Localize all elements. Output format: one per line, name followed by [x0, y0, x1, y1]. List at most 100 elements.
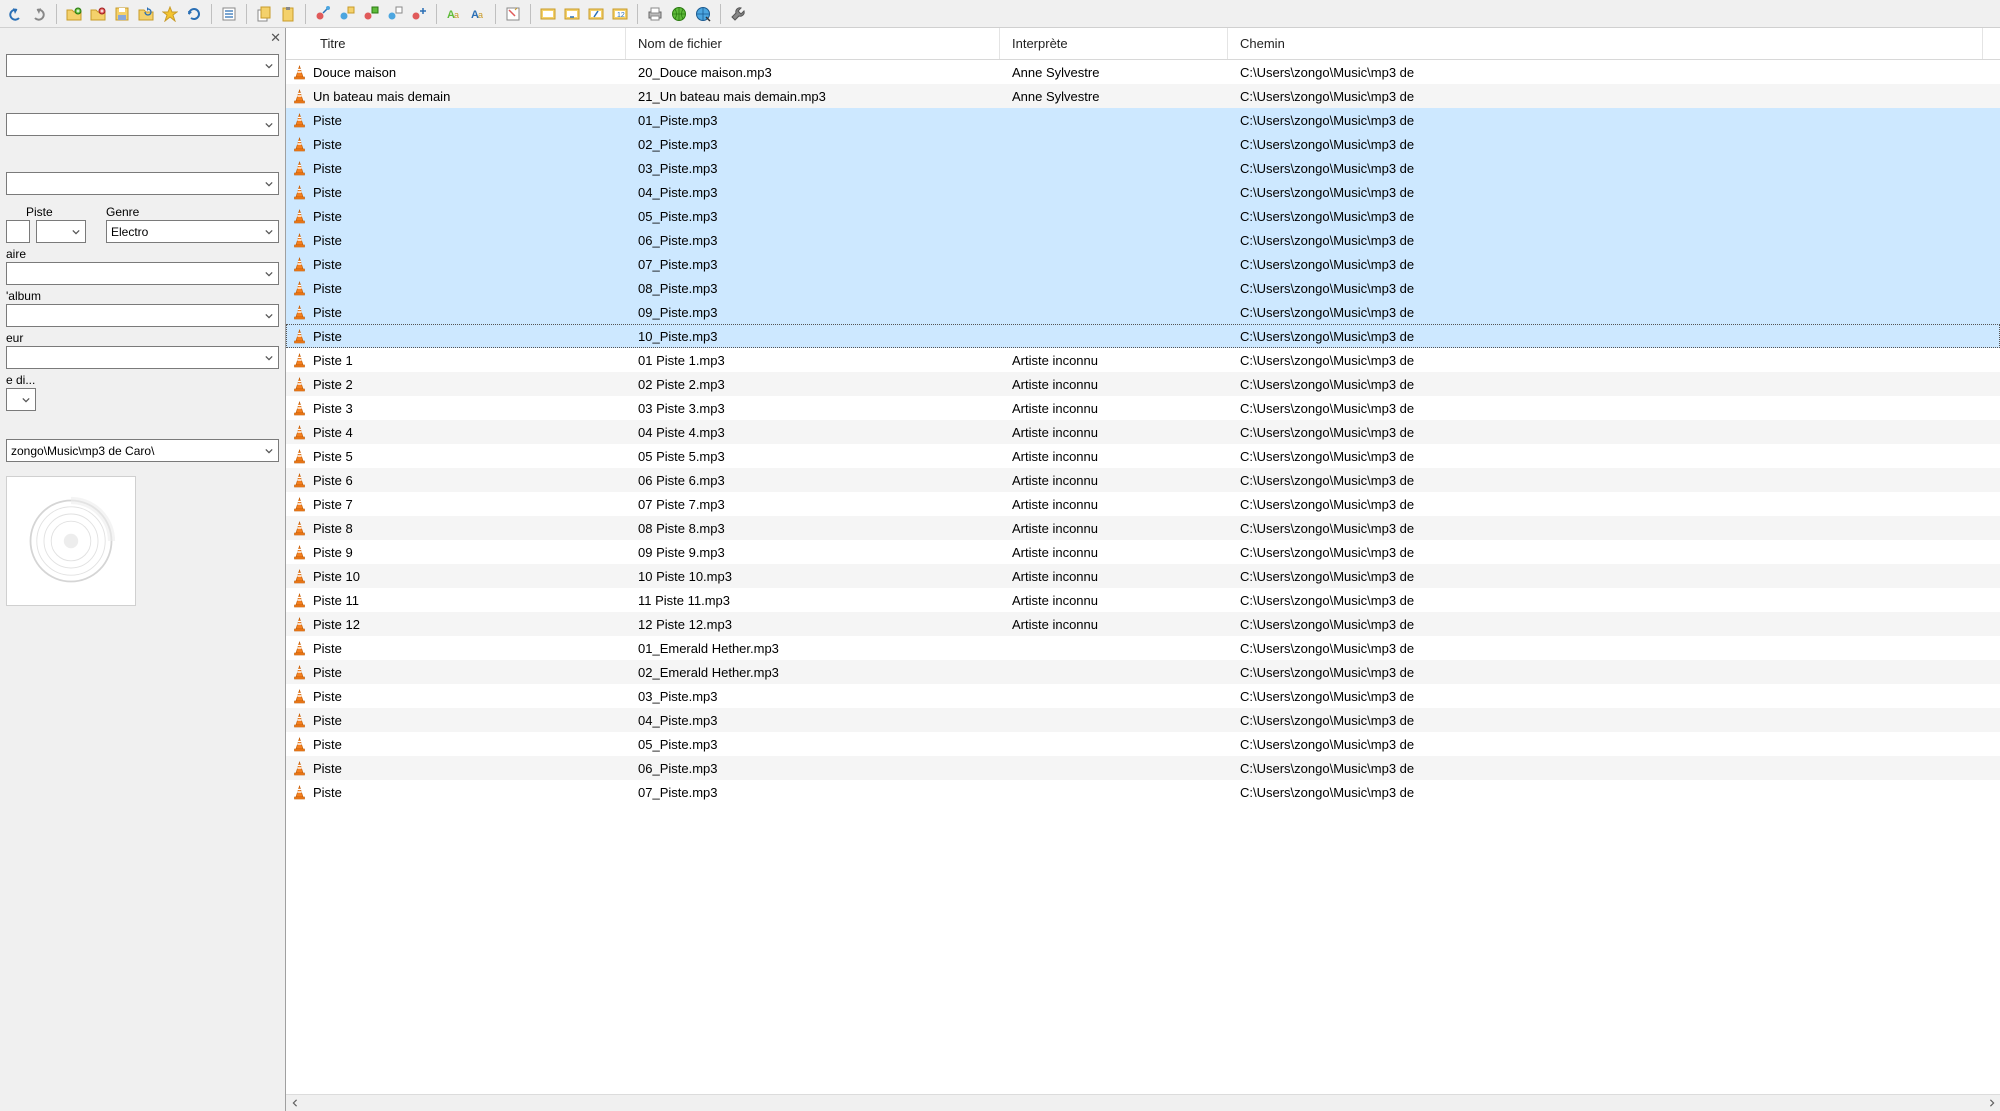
undo-button[interactable] [4, 3, 26, 25]
cell-titre: Piste [313, 737, 342, 752]
field-combo-2[interactable] [6, 113, 279, 136]
paste-button[interactable] [277, 3, 299, 25]
table-row[interactable]: Piste05_Piste.mp3C:\Users\zongo\Music\mp… [286, 204, 2000, 228]
text-find-icon [446, 6, 462, 22]
table-row[interactable]: Piste02_Piste.mp3C:\Users\zongo\Music\mp… [286, 132, 2000, 156]
table-row[interactable]: Piste02_Emerald Hether.mp3C:\Users\zongo… [286, 660, 2000, 684]
cell-fichier: 03 Piste 3.mp3 [638, 401, 725, 416]
field-a-button[interactable] [537, 3, 559, 25]
cell-fichier: 04_Piste.mp3 [638, 185, 718, 200]
table-row[interactable]: Piste 606 Piste 6.mp3Artiste inconnuC:\U… [286, 468, 2000, 492]
horizontal-scrollbar[interactable] [286, 1094, 2000, 1111]
table-row[interactable]: Piste 707 Piste 7.mp3Artiste inconnuC:\U… [286, 492, 2000, 516]
field-c-button[interactable] [585, 3, 607, 25]
wrench-button[interactable] [727, 3, 749, 25]
table-row[interactable]: Un bateau mais demain21_Un bateau mais d… [286, 84, 2000, 108]
globe-button[interactable] [668, 3, 690, 25]
table-row[interactable]: Piste 1212 Piste 12.mp3Artiste inconnuC:… [286, 612, 2000, 636]
edi-combo[interactable] [6, 388, 36, 411]
album-art-placeholder[interactable] [6, 476, 136, 606]
table-row[interactable]: Piste 202 Piste 2.mp3Artiste inconnuC:\U… [286, 372, 2000, 396]
scroll-left-icon[interactable] [286, 1095, 303, 1111]
redo-button[interactable] [28, 3, 50, 25]
field-num-button[interactable] [609, 3, 631, 25]
cell-titre: Piste [313, 281, 342, 296]
table-row[interactable]: Piste03_Piste.mp3C:\Users\zongo\Music\mp… [286, 156, 2000, 180]
tag-blue2-button[interactable] [384, 3, 406, 25]
chevron-down-icon [261, 440, 276, 461]
cell-interprete: Artiste inconnu [1012, 497, 1098, 512]
cell-fichier: 02_Piste.mp3 [638, 137, 718, 152]
table-row[interactable]: Piste01_Emerald Hether.mp3C:\Users\zongo… [286, 636, 2000, 660]
column-chemin[interactable]: Chemin [1228, 28, 1983, 59]
table-row[interactable]: Piste08_Piste.mp3C:\Users\zongo\Music\mp… [286, 276, 2000, 300]
table-row[interactable]: Piste01_Piste.mp3C:\Users\zongo\Music\mp… [286, 108, 2000, 132]
track-list: Titre Nom de fichier Interprète Chemin D… [286, 28, 2000, 1111]
cell-titre: Piste [313, 689, 342, 704]
table-row[interactable]: Piste 1010 Piste 10.mp3Artiste inconnuC:… [286, 564, 2000, 588]
print-button[interactable] [644, 3, 666, 25]
scroll-right-icon[interactable] [1983, 1095, 2000, 1111]
text-find-button[interactable] [443, 3, 465, 25]
table-row[interactable]: Piste 808 Piste 8.mp3Artiste inconnuC:\U… [286, 516, 2000, 540]
table-row[interactable]: Piste04_Piste.mp3C:\Users\zongo\Music\mp… [286, 708, 2000, 732]
save-button[interactable] [111, 3, 133, 25]
refresh-button[interactable] [183, 3, 205, 25]
tag-red-button[interactable] [312, 3, 334, 25]
table-row[interactable]: Piste06_Piste.mp3C:\Users\zongo\Music\mp… [286, 228, 2000, 252]
field-combo-3[interactable] [6, 172, 279, 195]
table-row[interactable]: Piste07_Piste.mp3C:\Users\zongo\Music\mp… [286, 780, 2000, 804]
column-interprete[interactable]: Interprète [1000, 28, 1228, 59]
table-body[interactable]: Douce maison20_Douce maison.mp3Anne Sylv… [286, 60, 2000, 1094]
copy-button[interactable] [253, 3, 275, 25]
piste-combo-b[interactable] [36, 220, 86, 243]
field-combo-1[interactable] [6, 54, 279, 77]
table-row[interactable]: Piste 1111 Piste 11.mp3Artiste inconnuC:… [286, 588, 2000, 612]
note-button[interactable] [502, 3, 524, 25]
table-row[interactable]: Piste10_Piste.mp3C:\Users\zongo\Music\mp… [286, 324, 2000, 348]
table-row[interactable]: Piste06_Piste.mp3C:\Users\zongo\Music\mp… [286, 756, 2000, 780]
table-row[interactable]: Piste07_Piste.mp3C:\Users\zongo\Music\mp… [286, 252, 2000, 276]
table-row[interactable]: Piste04_Piste.mp3C:\Users\zongo\Music\mp… [286, 180, 2000, 204]
cone-icon [292, 497, 307, 512]
table-row[interactable]: Piste09_Piste.mp3C:\Users\zongo\Music\mp… [286, 300, 2000, 324]
folder-open-button[interactable] [63, 3, 85, 25]
aire-label: aire [6, 247, 279, 261]
tag-green-button[interactable] [360, 3, 382, 25]
cell-chemin: C:\Users\zongo\Music\mp3 de [1240, 425, 1414, 440]
folder-refresh-button[interactable] [135, 3, 157, 25]
table-row[interactable]: Piste 909 Piste 9.mp3Artiste inconnuC:\U… [286, 540, 2000, 564]
table-row[interactable]: Piste03_Piste.mp3C:\Users\zongo\Music\mp… [286, 684, 2000, 708]
cone-icon [292, 209, 307, 224]
tag-blue-icon [339, 6, 355, 22]
table-row[interactable]: Piste 404 Piste 4.mp3Artiste inconnuC:\U… [286, 420, 2000, 444]
close-icon[interactable]: ✕ [270, 30, 281, 46]
cell-chemin: C:\Users\zongo\Music\mp3 de [1240, 737, 1414, 752]
folder-add-button[interactable] [87, 3, 109, 25]
globe2-button[interactable] [692, 3, 714, 25]
aire-combo[interactable] [6, 262, 279, 285]
album-combo[interactable] [6, 304, 279, 327]
favorite-button[interactable] [159, 3, 181, 25]
globe2-icon [695, 6, 711, 22]
table-header: Titre Nom de fichier Interprète Chemin [286, 28, 2000, 60]
eur-combo[interactable] [6, 346, 279, 369]
table-row[interactable]: Piste 303 Piste 3.mp3Artiste inconnuC:\U… [286, 396, 2000, 420]
genre-combo[interactable]: Electro [106, 220, 279, 243]
cell-chemin: C:\Users\zongo\Music\mp3 de [1240, 329, 1414, 344]
column-fichier[interactable]: Nom de fichier [626, 28, 1000, 59]
tag-blue-button[interactable] [336, 3, 358, 25]
tag-red2-button[interactable] [408, 3, 430, 25]
list-button[interactable] [218, 3, 240, 25]
table-row[interactable]: Piste 505 Piste 5.mp3Artiste inconnuC:\U… [286, 444, 2000, 468]
table-row[interactable]: Piste 101 Piste 1.mp3Artiste inconnuC:\U… [286, 348, 2000, 372]
cell-chemin: C:\Users\zongo\Music\mp3 de [1240, 185, 1414, 200]
path-combo[interactable]: zongo\Music\mp3 de Caro\ [6, 439, 279, 462]
cone-icon [292, 761, 307, 776]
column-titre[interactable]: Titre [286, 28, 626, 59]
text-edit-button[interactable] [467, 3, 489, 25]
table-row[interactable]: Douce maison20_Douce maison.mp3Anne Sylv… [286, 60, 2000, 84]
table-row[interactable]: Piste05_Piste.mp3C:\Users\zongo\Music\mp… [286, 732, 2000, 756]
field-b-button[interactable] [561, 3, 583, 25]
piste-combo-a[interactable] [6, 220, 30, 243]
